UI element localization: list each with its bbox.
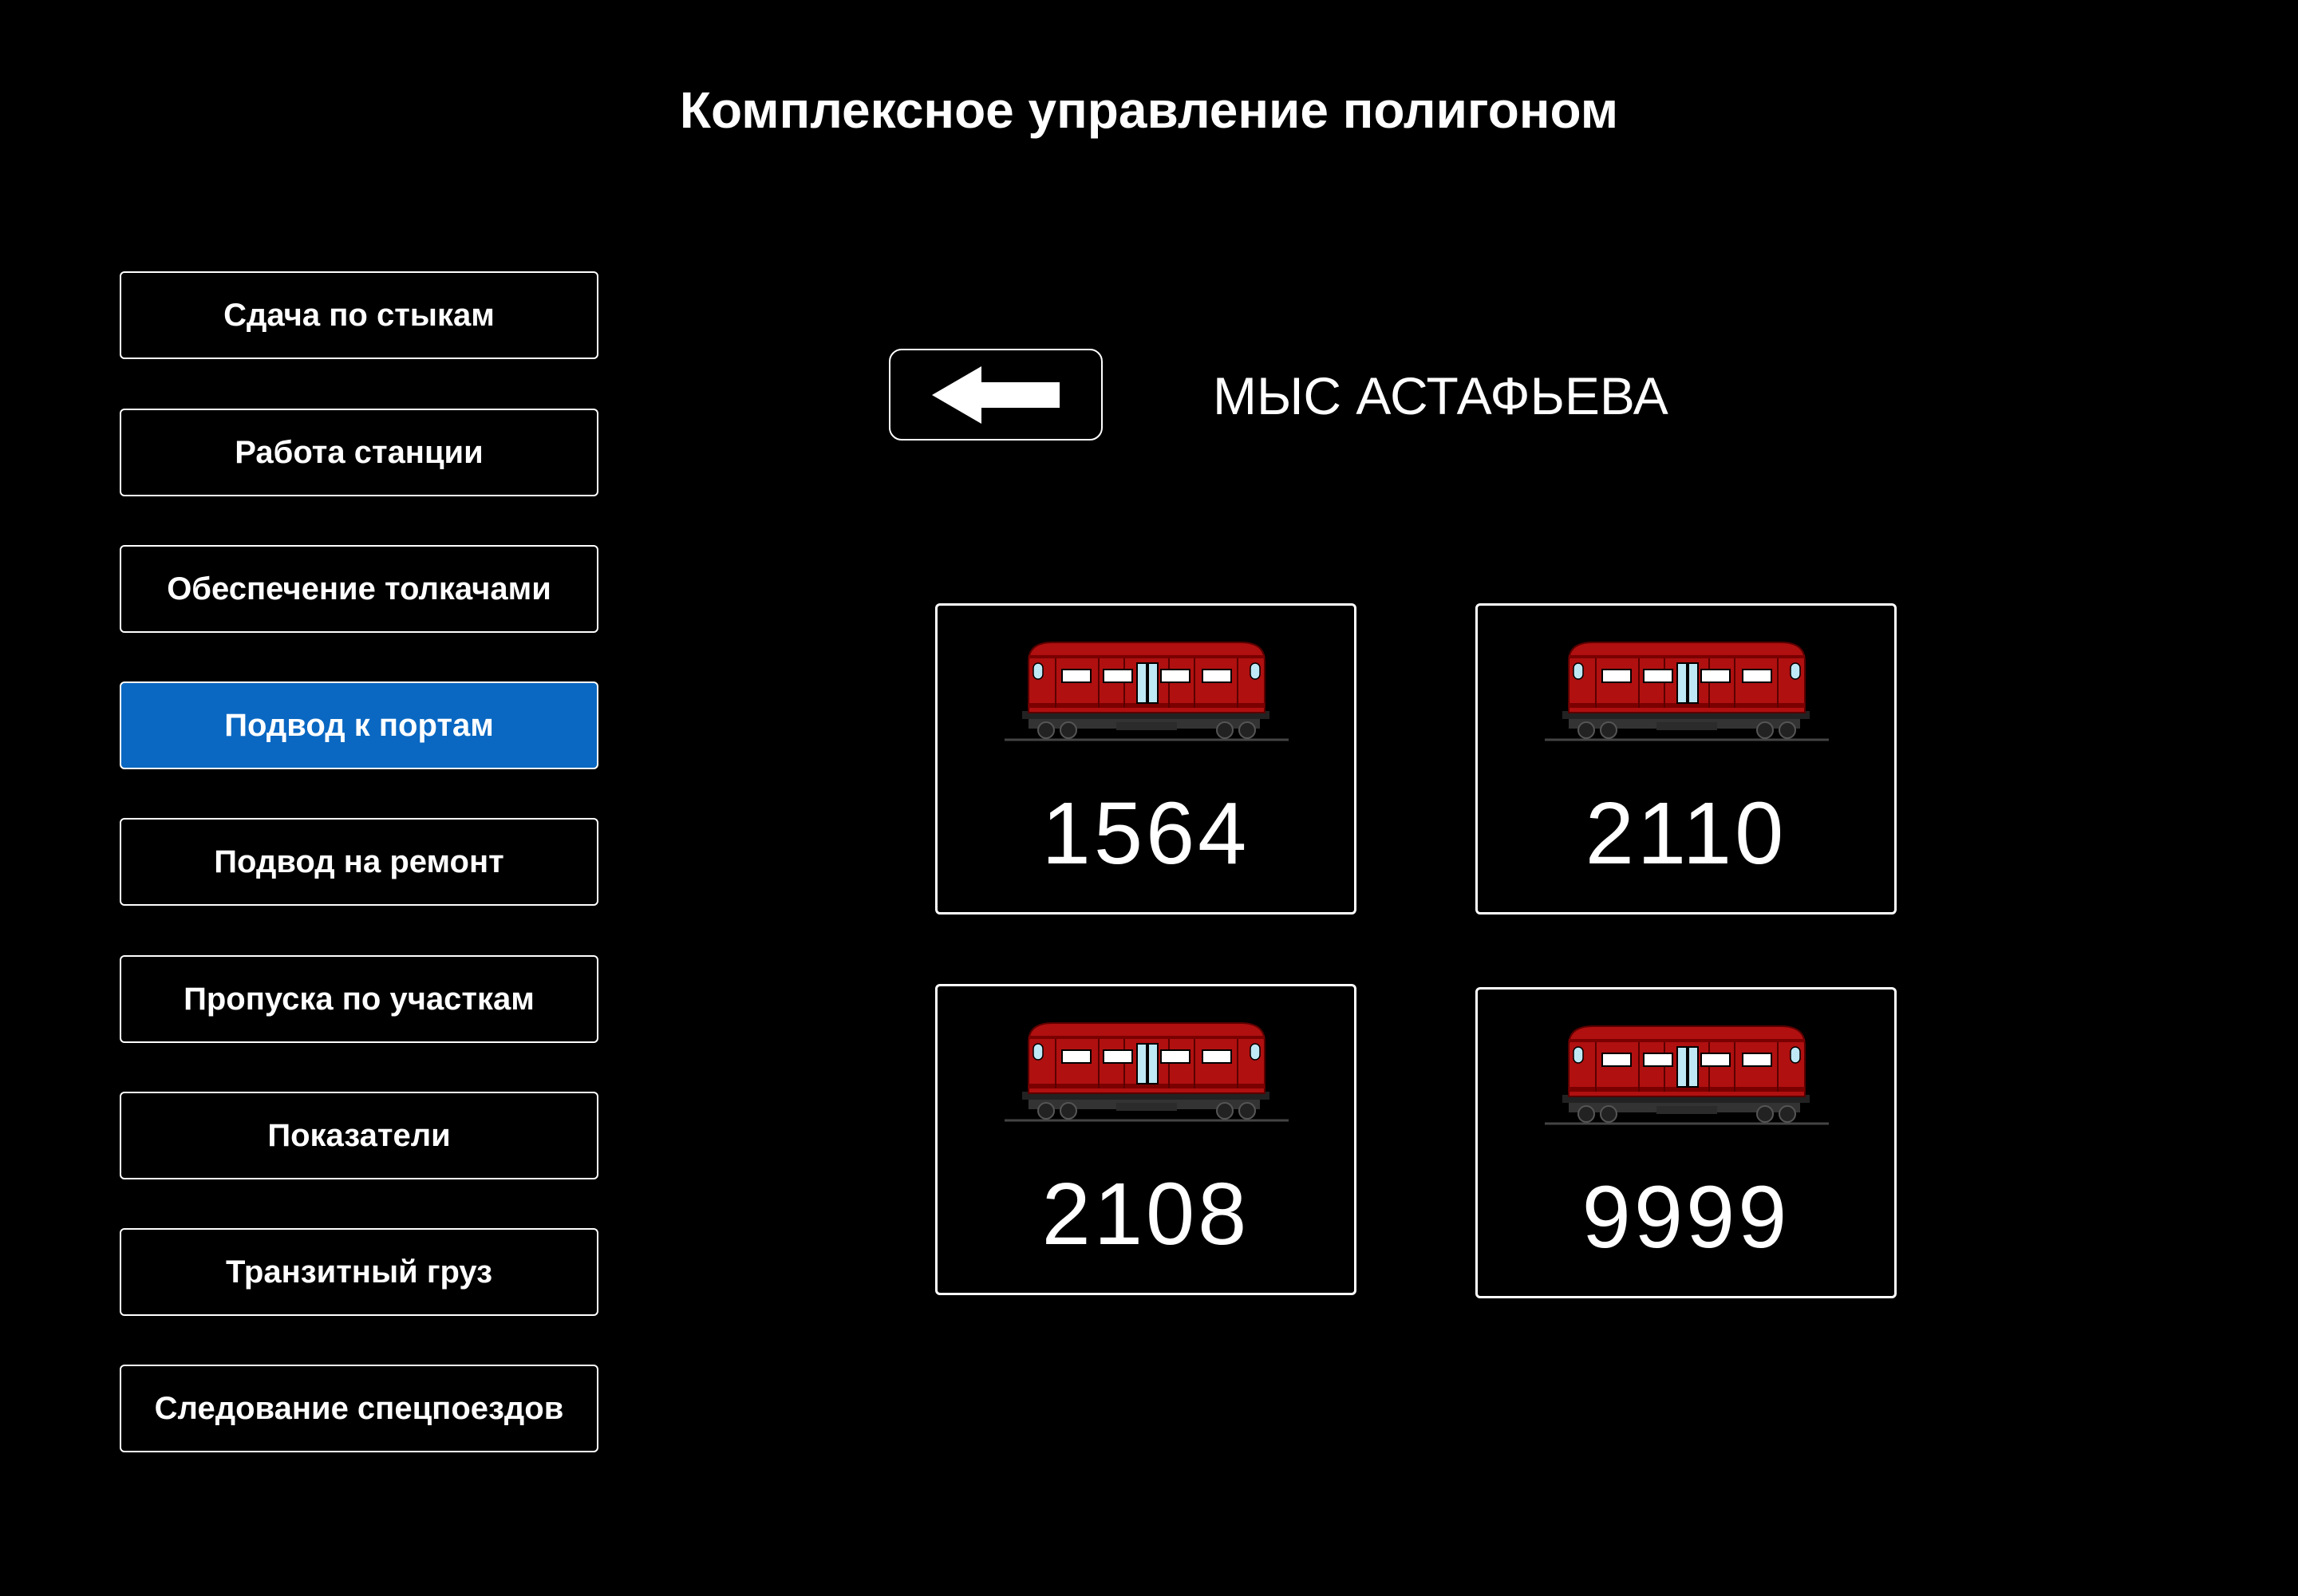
train-card[interactable]: 1564 <box>935 603 1356 915</box>
train-car-icon <box>1005 1021 1289 1122</box>
train-number: 9999 <box>1581 1168 1791 1266</box>
nav-button-station-work[interactable]: Работа станции <box>120 409 598 496</box>
nav-button-pushers[interactable]: Обеспечение толкачами <box>120 545 598 633</box>
train-number: 2110 <box>1585 784 1787 883</box>
nav-button-sections[interactable]: Пропуска по участкам <box>120 955 598 1043</box>
nav-button-transit-cargo[interactable]: Транзитный груз <box>120 1228 598 1316</box>
train-car-icon <box>1005 641 1289 741</box>
nav-button-special-trains[interactable]: Следование спецпоездов <box>120 1365 598 1452</box>
train-car-icon <box>1545 1025 1829 1125</box>
train-card[interactable]: 9999 <box>1475 987 1897 1298</box>
nav-button-indicators[interactable]: Показатели <box>120 1092 598 1179</box>
nav-button-repair[interactable]: Подвод на ремонт <box>120 818 598 906</box>
nav-button-handover[interactable]: Сдача по стыкам <box>120 271 598 359</box>
train-card[interactable]: 2110 <box>1475 603 1897 915</box>
page-title: Комплексное управление полигоном <box>679 81 1619 139</box>
train-number: 2108 <box>1041 1165 1250 1263</box>
nav-button-ports[interactable]: Подвод к портам <box>120 681 598 769</box>
back-button[interactable] <box>889 349 1103 440</box>
train-number: 1564 <box>1041 784 1250 883</box>
train-card[interactable]: 2108 <box>935 984 1356 1295</box>
arrow-left-icon <box>932 365 1060 424</box>
train-car-icon <box>1545 641 1829 741</box>
station-name: МЫС АСТАФЬЕВА <box>1213 366 1668 425</box>
